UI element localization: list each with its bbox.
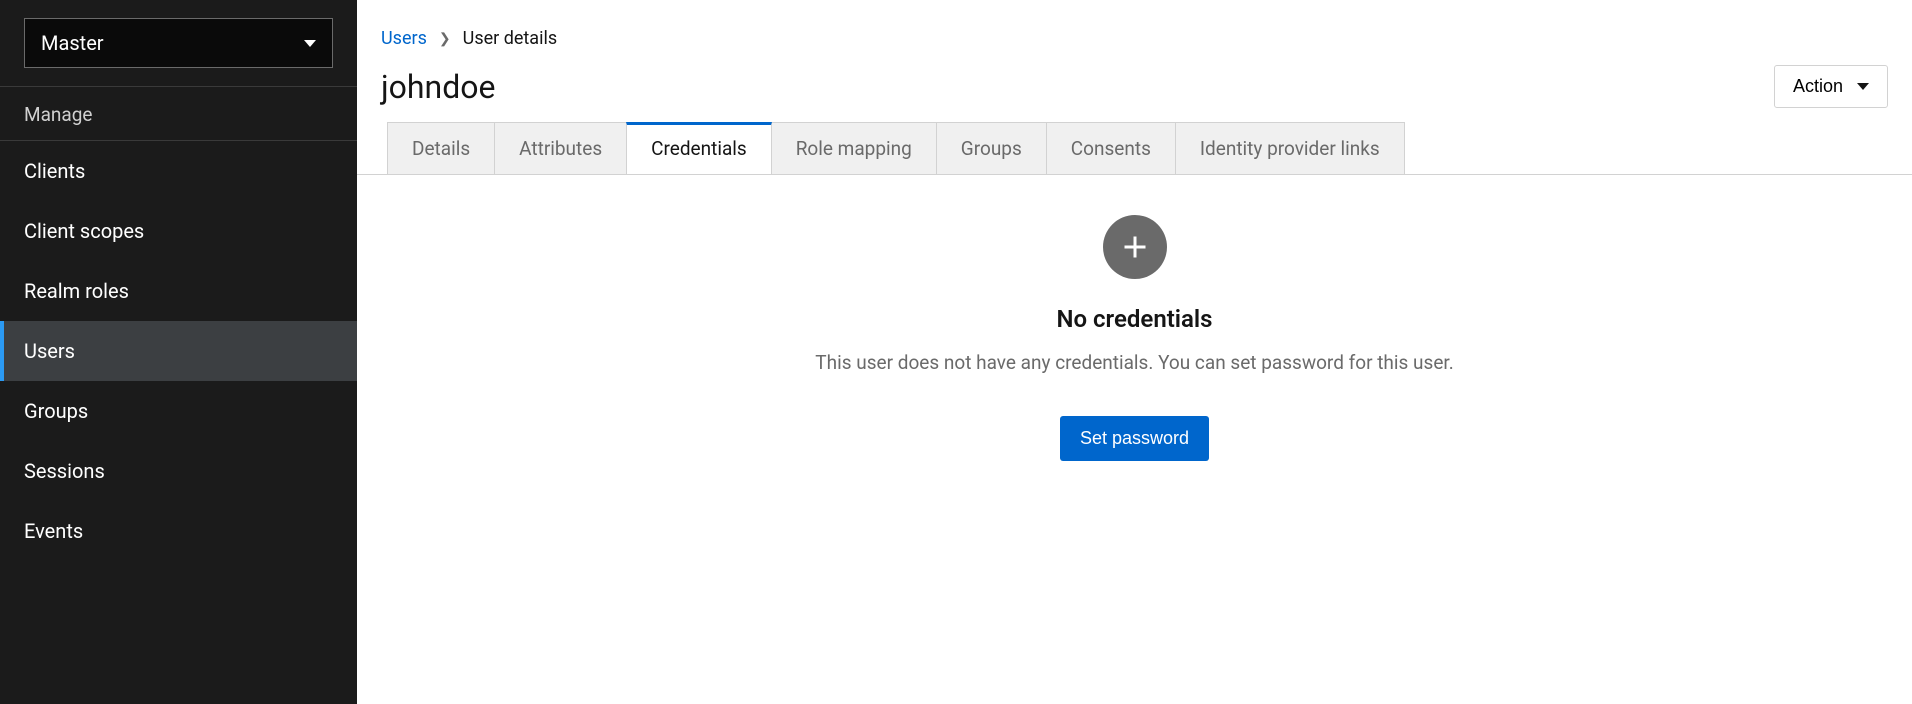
chevron-right-icon: ❯ <box>439 31 451 47</box>
sidebar-item-events[interactable]: Events <box>0 501 357 561</box>
realm-selector[interactable]: Master <box>24 18 333 68</box>
sidebar-item-clients[interactable]: Clients <box>0 141 357 201</box>
sidebar-item-client-scopes[interactable]: Client scopes <box>0 201 357 261</box>
tabs-container: DetailsAttributesCredentialsRole mapping… <box>357 122 1912 175</box>
page-title: johndoe <box>381 68 495 106</box>
plus-circle-icon <box>1103 215 1167 279</box>
sidebar-item-sessions[interactable]: Sessions <box>0 441 357 501</box>
tab-identity-provider-links[interactable]: Identity provider links <box>1175 122 1405 174</box>
set-password-button[interactable]: Set password <box>1060 416 1209 461</box>
empty-title: No credentials <box>357 305 1912 333</box>
breadcrumb-users-link[interactable]: Users <box>381 28 427 49</box>
sidebar-item-realm-roles[interactable]: Realm roles <box>0 261 357 321</box>
empty-state: No credentials This user does not have a… <box>357 175 1912 461</box>
main-content: Users ❯ User details johndoe Action Deta… <box>357 0 1912 704</box>
tab-attributes[interactable]: Attributes <box>494 122 627 174</box>
page-header: johndoe Action <box>357 57 1912 122</box>
tab-details[interactable]: Details <box>387 122 495 174</box>
tab-groups[interactable]: Groups <box>936 122 1047 174</box>
sidebar-item-groups[interactable]: Groups <box>0 381 357 441</box>
tab-consents[interactable]: Consents <box>1046 122 1176 174</box>
realm-name: Master <box>41 31 104 55</box>
action-dropdown[interactable]: Action <box>1774 65 1888 108</box>
chevron-down-icon <box>304 40 316 47</box>
empty-description: This user does not have any credentials.… <box>357 351 1912 374</box>
action-label: Action <box>1793 76 1843 97</box>
sidebar: Master Manage ClientsClient scopesRealm … <box>0 0 357 704</box>
breadcrumb-current: User details <box>463 28 558 49</box>
chevron-down-icon <box>1857 83 1869 90</box>
sidebar-item-users[interactable]: Users <box>0 321 357 381</box>
sidebar-section-title: Manage <box>0 87 357 140</box>
tab-role-mapping[interactable]: Role mapping <box>771 122 937 174</box>
tab-credentials[interactable]: Credentials <box>626 122 772 174</box>
breadcrumb: Users ❯ User details <box>357 0 1912 57</box>
